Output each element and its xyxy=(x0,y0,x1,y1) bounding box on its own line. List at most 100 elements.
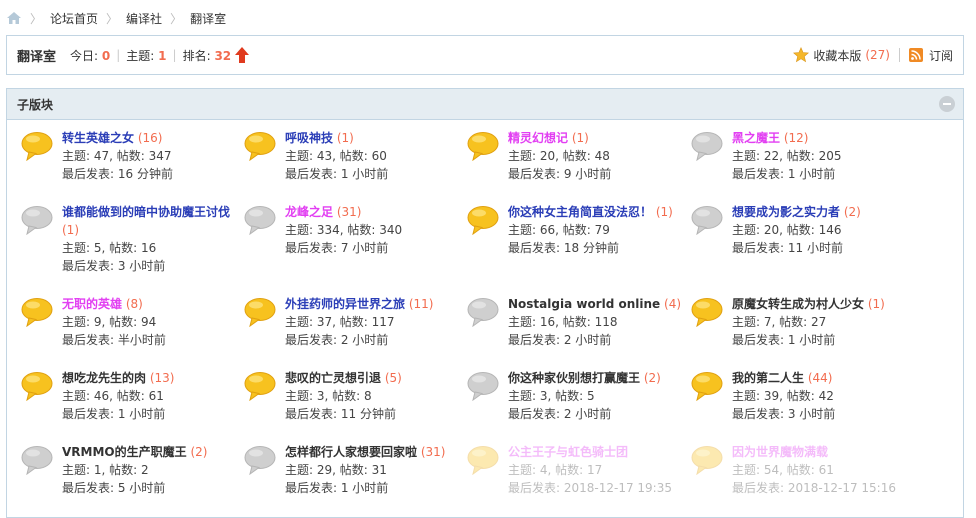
subforum-last-post[interactable]: 最后发表: 3 小时前 xyxy=(732,405,912,423)
subforum-item: 精灵幻想记 (1) 主题: 20, 帖数: 48 最后发表: 9 小时前 xyxy=(463,129,687,199)
subscribe-button[interactable]: 订阅 xyxy=(908,47,953,64)
new-posts-bubble-icon[interactable] xyxy=(21,297,53,327)
home-icon[interactable] xyxy=(6,11,22,25)
subforum-title-line: 外挂药师的异世界之旅 (11) xyxy=(285,295,465,313)
subforum-link[interactable]: 龙峰之足 xyxy=(285,205,333,219)
subforum-last-post[interactable]: 最后发表: 1 小时前 xyxy=(62,405,242,423)
favorite-button[interactable]: 收藏本版 (27) xyxy=(793,47,890,64)
subforum-last-post[interactable]: 最后发表: 1 小时前 xyxy=(732,165,912,183)
subforum-link[interactable]: 悲叹的亡灵想引退 xyxy=(285,371,381,385)
new-posts-bubble-icon[interactable] xyxy=(467,205,499,235)
subforum-title-line: 悲叹的亡灵想引退 (5) xyxy=(285,369,465,387)
subforum-item: 龙峰之足 (31) 主题: 334, 帖数: 340 最后发表: 7 小时前 xyxy=(240,203,464,295)
subforum-last-post[interactable]: 最后发表: 2 小时前 xyxy=(285,331,465,349)
subforum-link[interactable]: 你这种家伙别想打赢魔王 xyxy=(508,371,640,385)
subforum-item: 呼吸神技 (1) 主题: 43, 帖数: 60 最后发表: 1 小时前 xyxy=(240,129,464,199)
subforum-last-post[interactable]: 最后发表: 3 小时前 xyxy=(62,257,242,275)
favorite-label: 收藏本版 xyxy=(813,48,862,63)
new-posts-bubble-icon[interactable] xyxy=(21,371,53,401)
subforum-today-count: (5) xyxy=(384,371,402,385)
subforum-title-line: 呼吸神技 (1) xyxy=(285,129,465,147)
subforum-item: 原魔女转生成为村人少女 (1) 主题: 7, 帖数: 27 最后发表: 1 小时前 xyxy=(687,295,911,365)
subforum-link[interactable]: 想要成为影之实力者 xyxy=(732,205,840,219)
subforum-last-post[interactable]: 最后发表: 16 分钟前 xyxy=(62,165,242,183)
subforum-last-post[interactable]: 最后发表: 半小时前 xyxy=(62,331,242,349)
subforum-last-post[interactable]: 最后发表: 1 小时前 xyxy=(285,165,465,183)
breadcrumb-current[interactable]: 翻译室 xyxy=(190,10,226,27)
subforum-link[interactable]: 呼吸神技 xyxy=(285,131,333,145)
subforum-stats: 主题: 20, 帖数: 146 xyxy=(732,223,842,237)
new-posts-bubble-icon[interactable] xyxy=(691,445,723,475)
subforum-link[interactable]: 外挂药师的异世界之旅 xyxy=(285,297,405,311)
subforum-link[interactable]: Nostalgia world online xyxy=(508,297,660,311)
subforum-last-post[interactable]: 最后发表: 11 分钟前 xyxy=(285,405,465,423)
subforum-item: 想吃龙先生的肉 (13) 主题: 46, 帖数: 61 最后发表: 1 小时前 xyxy=(17,369,241,439)
subforum-last-post[interactable]: 最后发表: 2 小时前 xyxy=(508,331,688,349)
subforum-link[interactable]: 转生英雄之女 xyxy=(62,131,134,145)
today-stat: 今日: 0 xyxy=(70,48,111,63)
subforum-link[interactable]: 无职的英雄 xyxy=(62,297,122,311)
subforum-link[interactable]: 因为世界魔物满载 xyxy=(732,445,828,459)
no-new-posts-bubble-icon[interactable] xyxy=(244,205,276,235)
subforum-last-post[interactable]: 最后发表: 2 小时前 xyxy=(508,405,688,423)
new-posts-bubble-icon[interactable] xyxy=(244,371,276,401)
breadcrumb-section[interactable]: 编译社 xyxy=(126,10,162,27)
breadcrumb: 〉 论坛首页 〉 编译社 〉 翻译室 xyxy=(6,8,226,28)
subforum-title-line: 我的第二人生 (44) xyxy=(732,369,912,387)
subforum-link[interactable]: 怎样都行人家想要回家啦 xyxy=(285,445,417,459)
new-posts-bubble-icon[interactable] xyxy=(244,297,276,327)
threads-stat: 主题: 1 xyxy=(126,48,167,63)
new-posts-bubble-icon[interactable] xyxy=(21,131,53,161)
subforum-last-post[interactable]: 最后发表: 18 分钟前 xyxy=(508,239,688,257)
collapse-icon[interactable] xyxy=(939,96,955,112)
new-posts-bubble-icon[interactable] xyxy=(691,297,723,327)
new-posts-bubble-icon[interactable] xyxy=(467,131,499,161)
new-posts-bubble-icon[interactable] xyxy=(467,445,499,475)
no-new-posts-bubble-icon[interactable] xyxy=(691,205,723,235)
new-posts-bubble-icon[interactable] xyxy=(691,371,723,401)
subforum-item: 无职的英雄 (8) 主题: 9, 帖数: 94 最后发表: 半小时前 xyxy=(17,295,241,365)
subforum-last-post[interactable]: 最后发表: 1 小时前 xyxy=(732,331,912,349)
subforum-text: 谁都能做到的暗中协助魔王讨伐 (1) 主题: 5, 帖数: 16 最后发表: 3 小… xyxy=(62,203,242,275)
no-new-posts-bubble-icon[interactable] xyxy=(21,205,53,235)
subforum-stats: 主题: 54, 帖数: 61 xyxy=(732,463,834,477)
subforum-link[interactable]: 我的第二人生 xyxy=(732,371,804,385)
subforum-last-post[interactable]: 最后发表: 7 小时前 xyxy=(285,239,465,257)
no-new-posts-bubble-icon[interactable] xyxy=(467,297,499,327)
breadcrumb-forum-home[interactable]: 论坛首页 xyxy=(50,10,98,27)
subforum-link[interactable]: 你这种女主角简直没法忍！ xyxy=(508,205,652,219)
no-new-posts-bubble-icon[interactable] xyxy=(467,371,499,401)
subforum-today-count: (13) xyxy=(149,371,175,385)
subforum-last-post[interactable]: 最后发表: 1 小时前 xyxy=(285,479,465,497)
subforum-last-post[interactable]: 最后发表: 5 小时前 xyxy=(62,479,242,497)
subforum-last-post[interactable]: 最后发表: 2018-12-17 15:16 xyxy=(732,479,912,497)
subforum-text: 精灵幻想记 (1) 主题: 20, 帖数: 48 最后发表: 9 小时前 xyxy=(508,129,688,183)
subforum-item: Nostalgia world online (4) 主题: 16, 帖数: 11… xyxy=(463,295,687,365)
subforum-today-count: (31) xyxy=(420,445,446,459)
subforum-link[interactable]: 公主王子与虹色骑士团 xyxy=(508,445,628,459)
subforum-link[interactable]: 想吃龙先生的肉 xyxy=(62,371,146,385)
subforum-link[interactable]: 谁都能做到的暗中协助魔王讨伐 xyxy=(62,205,230,219)
no-new-posts-bubble-icon[interactable] xyxy=(21,445,53,475)
subforum-last-post[interactable]: 最后发表: 11 小时前 xyxy=(732,239,912,257)
no-new-posts-bubble-icon[interactable] xyxy=(691,131,723,161)
subforum-last-post[interactable]: 最后发表: 9 小时前 xyxy=(508,165,688,183)
subforum-link[interactable]: 黑之魔王 xyxy=(732,131,780,145)
subforum-item: VRMMO的生产职魔王 (2) 主题: 1, 帖数: 2 最后发表: 5 小时前 xyxy=(17,443,241,513)
subforum-today-count: (1) xyxy=(571,131,589,145)
new-posts-bubble-icon[interactable] xyxy=(244,131,276,161)
subforum-today-count: (31) xyxy=(336,205,362,219)
subforum-today-count: (44) xyxy=(807,371,833,385)
subforum-stats: 主题: 3, 帖数: 5 xyxy=(508,389,595,403)
subforum-link[interactable]: 原魔女转生成为村人少女 xyxy=(732,297,864,311)
subforum-last-post[interactable]: 最后发表: 2018-12-17 19:35 xyxy=(508,479,688,497)
subforum-title-line: 精灵幻想记 (1) xyxy=(508,129,688,147)
subforum-link[interactable]: VRMMO的生产职魔王 xyxy=(62,445,187,459)
no-new-posts-bubble-icon[interactable] xyxy=(244,445,276,475)
subforum-item: 你这种家伙别想打赢魔王 (2) 主题: 3, 帖数: 5 最后发表: 2 小时前 xyxy=(463,369,687,439)
subforum-panel: 子版块 转生英雄之女 (16) 主题: 47, 帖数: 347 最后发表: 16 分… xyxy=(6,88,964,518)
subforum-link[interactable]: 精灵幻想记 xyxy=(508,131,568,145)
subforum-stats: 主题: 43, 帖数: 60 xyxy=(285,149,387,163)
subforum-text: 怎样都行人家想要回家啦 (31) 主题: 29, 帖数: 31 最后发表: 1 小时… xyxy=(285,443,465,497)
rank-stat: 排名: 32 xyxy=(182,48,232,63)
